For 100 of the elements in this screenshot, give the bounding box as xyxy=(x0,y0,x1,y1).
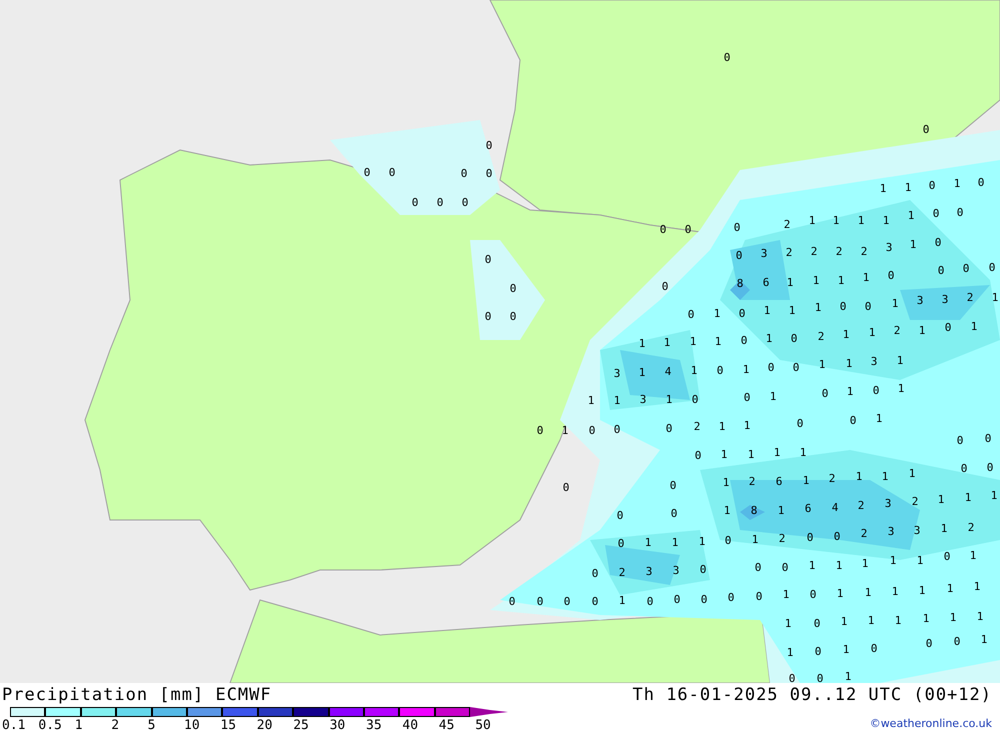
precipitation-value: 1 xyxy=(922,612,930,625)
precipitation-value: 0 xyxy=(782,561,788,574)
precipitation-value: 0 xyxy=(864,300,872,313)
precipitation-value: 1 xyxy=(614,394,620,407)
precipitation-value: 1 xyxy=(802,474,810,487)
precipitation-value: 1 xyxy=(808,559,816,572)
precipitation-value: 1 xyxy=(786,276,794,289)
precipitation-value: 0 xyxy=(814,645,822,658)
precipitation-value: 1 xyxy=(992,291,998,304)
precipitation-value: 1 xyxy=(562,424,568,437)
scale-label: 30 xyxy=(330,718,346,733)
precipitation-value: 1 xyxy=(778,504,784,517)
precipitation-value: 0 xyxy=(822,387,828,400)
precipitation-value: 0 xyxy=(960,462,968,475)
precipitation-value: 0 xyxy=(562,481,570,494)
precipitation-value: 0 xyxy=(460,167,468,180)
precipitation-value: 6 xyxy=(776,475,782,488)
credit-link[interactable]: ©weatheronline.co.uk xyxy=(870,717,992,733)
precipitation-value: 0 xyxy=(810,588,816,601)
precipitation-value: 1 xyxy=(638,366,646,379)
scale-label: 50 xyxy=(475,718,491,733)
precipitation-value: 0 xyxy=(754,561,762,574)
precipitation-value: 1 xyxy=(970,549,976,562)
precipitation-value: 3 xyxy=(886,241,892,254)
precipitation-value: 0 xyxy=(694,449,702,462)
precipitation-value: 1 xyxy=(974,580,980,593)
precipitation-value: 1 xyxy=(786,646,794,659)
precipitation-value: 1 xyxy=(846,357,852,370)
precipitation-value: 0 xyxy=(806,531,814,544)
precipitation-value: 1 xyxy=(588,394,594,407)
precipitation-value: 1 xyxy=(800,446,806,459)
precipitation-value: 3 xyxy=(672,564,680,577)
precipitation-value: 0 xyxy=(716,364,724,377)
precipitation-value: 0 xyxy=(984,432,992,445)
precipitation-value: 1 xyxy=(946,582,954,595)
precipitation-value: 0 xyxy=(986,461,994,474)
precipitation-value: 1 xyxy=(644,536,652,549)
precipitation-value: 1 xyxy=(858,214,864,227)
precipitation-value: 0 xyxy=(666,422,672,435)
precipitation-value: 8 xyxy=(750,504,758,517)
precipitation-value: 1 xyxy=(714,307,720,320)
precipitation-value: 0 xyxy=(536,595,544,608)
precipitation-value: 2 xyxy=(912,495,918,508)
precipitation-value: 2 xyxy=(618,566,626,579)
precipitation-value: 1 xyxy=(890,554,896,567)
precipitation-value: 0 xyxy=(956,434,964,447)
precipitation-value: 0 xyxy=(646,595,654,608)
precipitation-value: 0 xyxy=(462,196,468,209)
precipitation-value: 0 xyxy=(412,196,418,209)
precipitation-value: 0 xyxy=(954,635,960,648)
precipitation-value: 0 xyxy=(614,423,620,436)
scale-label: 0.5 xyxy=(38,718,62,733)
precipitation-value: 0 xyxy=(670,507,678,520)
precipitation-value: 1 xyxy=(876,412,882,425)
precipitation-value: 0 xyxy=(796,417,804,430)
precipitation-value: 1 xyxy=(698,535,706,548)
scale-label: 45 xyxy=(438,718,454,733)
precipitation-value: 1 xyxy=(898,382,904,395)
precipitation-value: 3 xyxy=(760,247,768,260)
precipitation-value: 3 xyxy=(870,355,878,368)
precipitation-value: 0 xyxy=(738,307,746,320)
precipitation-value: 1 xyxy=(752,533,758,546)
precipitation-value: 1 xyxy=(836,559,842,572)
precipitation-value: 0 xyxy=(388,166,396,179)
precipitation-value: 1 xyxy=(882,214,890,227)
precipitation-value: 0 xyxy=(790,332,798,345)
precipitation-value: 0 xyxy=(660,223,666,236)
precipitation-value: 1 xyxy=(918,584,926,597)
precipitation-value: 0 xyxy=(734,221,740,234)
precipitation-value: 0 xyxy=(928,179,936,192)
precipitation-value: 2 xyxy=(828,472,836,485)
precipitation-value: 0 xyxy=(756,590,762,603)
valid-time: Th 16-01-2025 09..12 UTC (00+12) xyxy=(632,685,992,705)
precipitation-value: 1 xyxy=(892,585,898,598)
precipitation-value: 1 xyxy=(908,209,914,222)
precipitation-value: 1 xyxy=(856,470,862,483)
precipitation-value: 0 xyxy=(724,534,732,547)
precipitation-value: 0 xyxy=(932,207,940,220)
precipitation-value: 1 xyxy=(938,493,944,506)
precipitation-value: 0 xyxy=(962,262,970,275)
precipitation-value: 1 xyxy=(918,324,926,337)
precipitation-value: 2 xyxy=(836,245,842,258)
precipitation-value: 1 xyxy=(766,332,772,345)
scale-label: 15 xyxy=(220,718,236,733)
precipitation-value: 0 xyxy=(592,595,598,608)
precipitation-value: 1 xyxy=(954,177,960,190)
precipitation-value: 1 xyxy=(976,610,984,623)
precipitation-value: 1 xyxy=(784,617,792,630)
precipitation-value: 3 xyxy=(914,524,920,537)
precipitation-value: 0 xyxy=(922,123,930,136)
precipitation-value: 1 xyxy=(880,182,886,195)
precipitation-value: 4 xyxy=(832,501,838,514)
precipitation-value: 8 xyxy=(736,277,744,290)
precipitation-value: 1 xyxy=(748,448,754,461)
precipitation-value: 0 xyxy=(788,672,796,683)
precipitation-value: 2 xyxy=(860,245,868,258)
scale-label: 0.1 xyxy=(2,718,26,733)
precipitation-value: 0 xyxy=(564,595,570,608)
precipitation-value: 0 xyxy=(662,280,668,293)
precipitation-value: 1 xyxy=(812,274,820,287)
